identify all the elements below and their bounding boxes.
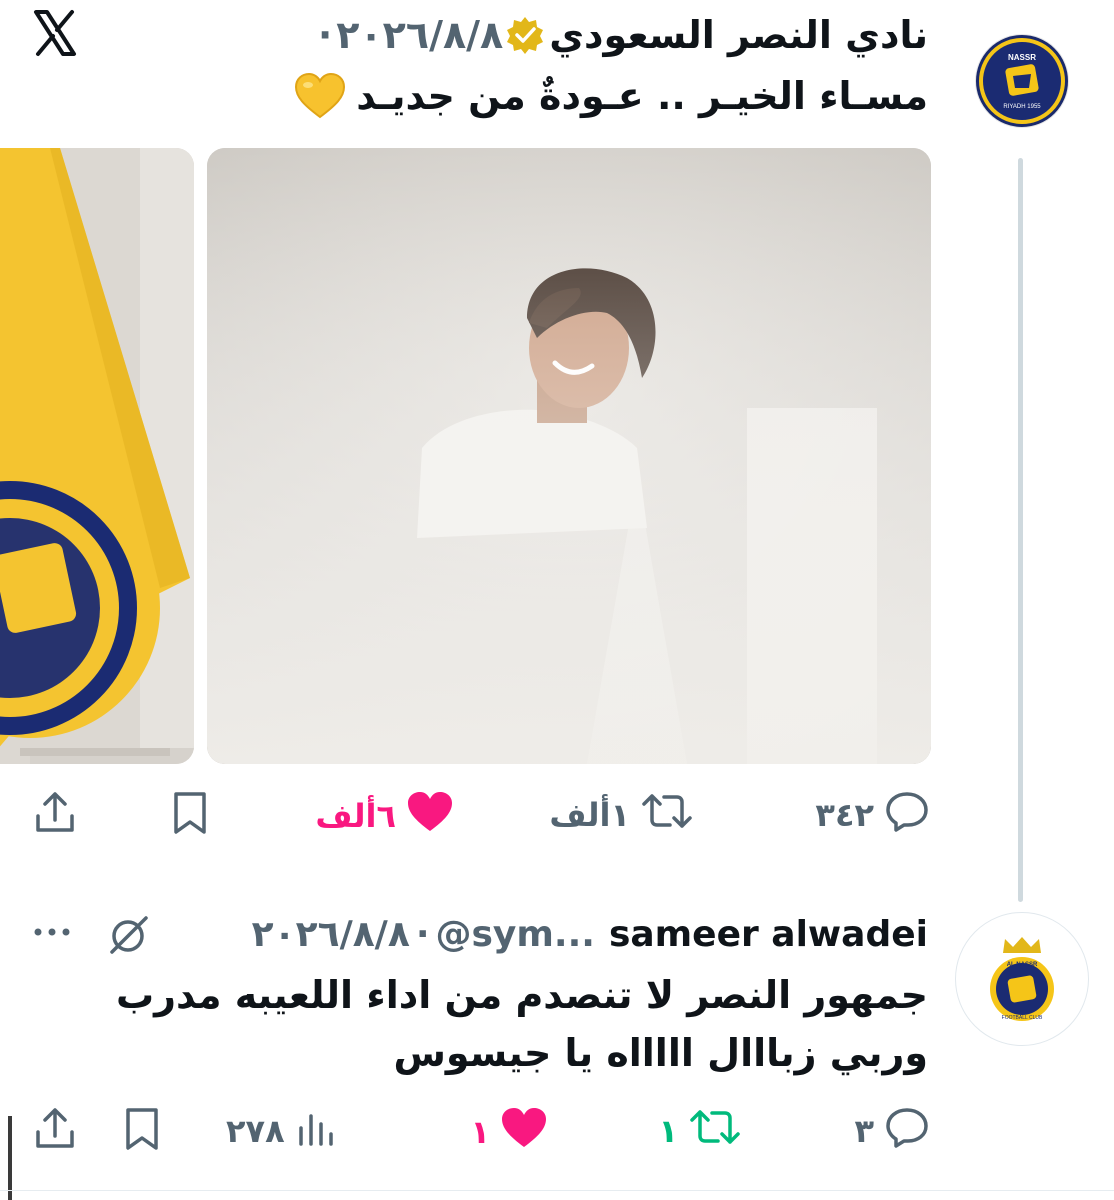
like-button[interactable]: ١ — [470, 1106, 548, 1158]
repost-button[interactable]: ١ألف — [549, 790, 694, 840]
bookmark-icon — [122, 1106, 162, 1160]
tweet1-author-name[interactable]: نادي النصر السعودي — [549, 13, 928, 57]
like-icon — [406, 790, 454, 842]
repost-count: ١ألف — [549, 796, 630, 834]
tweet1-separator: · — [317, 13, 333, 57]
svg-text:RIYADH 1955: RIYADH 1955 — [1003, 104, 1041, 110]
tweet2-text-line2: وربي زبااال اااااه يا جيسوس — [393, 1031, 929, 1075]
share-icon — [32, 1106, 78, 1160]
like-icon — [500, 1106, 548, 1158]
tweet1-action-bar: ٣٤٢ ١ألف ٦ألف — [0, 778, 1114, 848]
tweet2-text-line1: جمهور النصر لا تنصدم من اداء اللعيبه مدر… — [115, 973, 928, 1017]
tweet1-header: نادي النصر السعودي ٢٠٢٦/٨/٨ · — [314, 6, 928, 64]
share-button[interactable] — [32, 1106, 78, 1160]
svg-text:NASSR: NASSR — [1008, 53, 1036, 62]
tweet1-text: مسـاء الخيـر .. عـودةٌ من جديـد — [294, 64, 928, 128]
views-icon — [295, 1106, 339, 1156]
reply-button[interactable]: ٣٤٢ — [815, 790, 930, 840]
bookmark-button[interactable] — [122, 1106, 162, 1160]
reply-count: ٣٤٢ — [815, 796, 874, 834]
reply-icon — [884, 1106, 930, 1156]
reply-button[interactable]: ٣ — [854, 1106, 930, 1156]
views-count: ٢٧٨ — [226, 1112, 285, 1150]
user-avatar[interactable]: AL NASSR FOOTBALL CLUB — [955, 912, 1089, 1046]
like-count: ٦ألف — [315, 797, 396, 835]
svg-text:FOOTBALL CLUB: FOOTBALL CLUB — [1002, 1015, 1043, 1021]
repost-count: ١ — [658, 1112, 678, 1150]
reply-count: ٣ — [854, 1112, 874, 1150]
tweet2-separator: · — [415, 913, 430, 955]
tweet1-date[interactable]: ٢٠٢٦/٨/٨ — [336, 13, 503, 57]
share-icon — [32, 790, 78, 844]
repost-icon — [640, 790, 694, 840]
tweet2-action-bar: ٣ ١ ١ ٢٧٨ — [0, 1094, 1114, 1164]
tweet2-author-name[interactable]: sameer alwadei — [609, 914, 928, 955]
like-count: ١ — [470, 1113, 490, 1151]
repost-button[interactable]: ١ — [658, 1106, 742, 1156]
svg-text:AL NASSR: AL NASSR — [1007, 962, 1038, 968]
scroll-indicator — [8, 1116, 12, 1200]
repost-icon — [688, 1106, 742, 1156]
reply-icon — [884, 790, 930, 840]
bookmark-icon — [170, 790, 210, 844]
x-logo-icon[interactable] — [30, 8, 80, 58]
tweet2-date[interactable]: ٢٠٢٦/٨/٨ — [252, 914, 410, 955]
grok-icon[interactable] — [106, 912, 152, 958]
tweet2-text: جمهور النصر لا تنصدم من اداء اللعيبه مدر… — [38, 966, 928, 1082]
tweet2-handle[interactable]: @sym... — [436, 914, 595, 955]
like-button[interactable]: ٦ألف — [315, 790, 454, 842]
yellow-heart-icon — [294, 72, 346, 119]
club-avatar[interactable]: NASSR RIYADH 1955 — [975, 34, 1069, 128]
bookmark-button[interactable] — [170, 790, 210, 844]
more-icon[interactable] — [30, 912, 74, 952]
share-button[interactable] — [32, 790, 78, 844]
al-nassr-crest-icon: AL NASSR FOOTBALL CLUB — [983, 933, 1061, 1025]
divider — [0, 1190, 1114, 1191]
media-image-player[interactable] — [207, 148, 931, 764]
media-image-flag[interactable] — [0, 148, 194, 764]
club-crest-icon: NASSR RIYADH 1955 — [979, 38, 1065, 124]
tweet1-body: مسـاء الخيـر .. عـودةٌ من جديـد — [356, 74, 928, 118]
tweet2-header: sameer alwadei @sym... · ٢٠٢٦/٨/٨ — [252, 906, 928, 962]
verified-badge-icon — [505, 15, 545, 55]
views-button[interactable]: ٢٧٨ — [226, 1106, 339, 1156]
